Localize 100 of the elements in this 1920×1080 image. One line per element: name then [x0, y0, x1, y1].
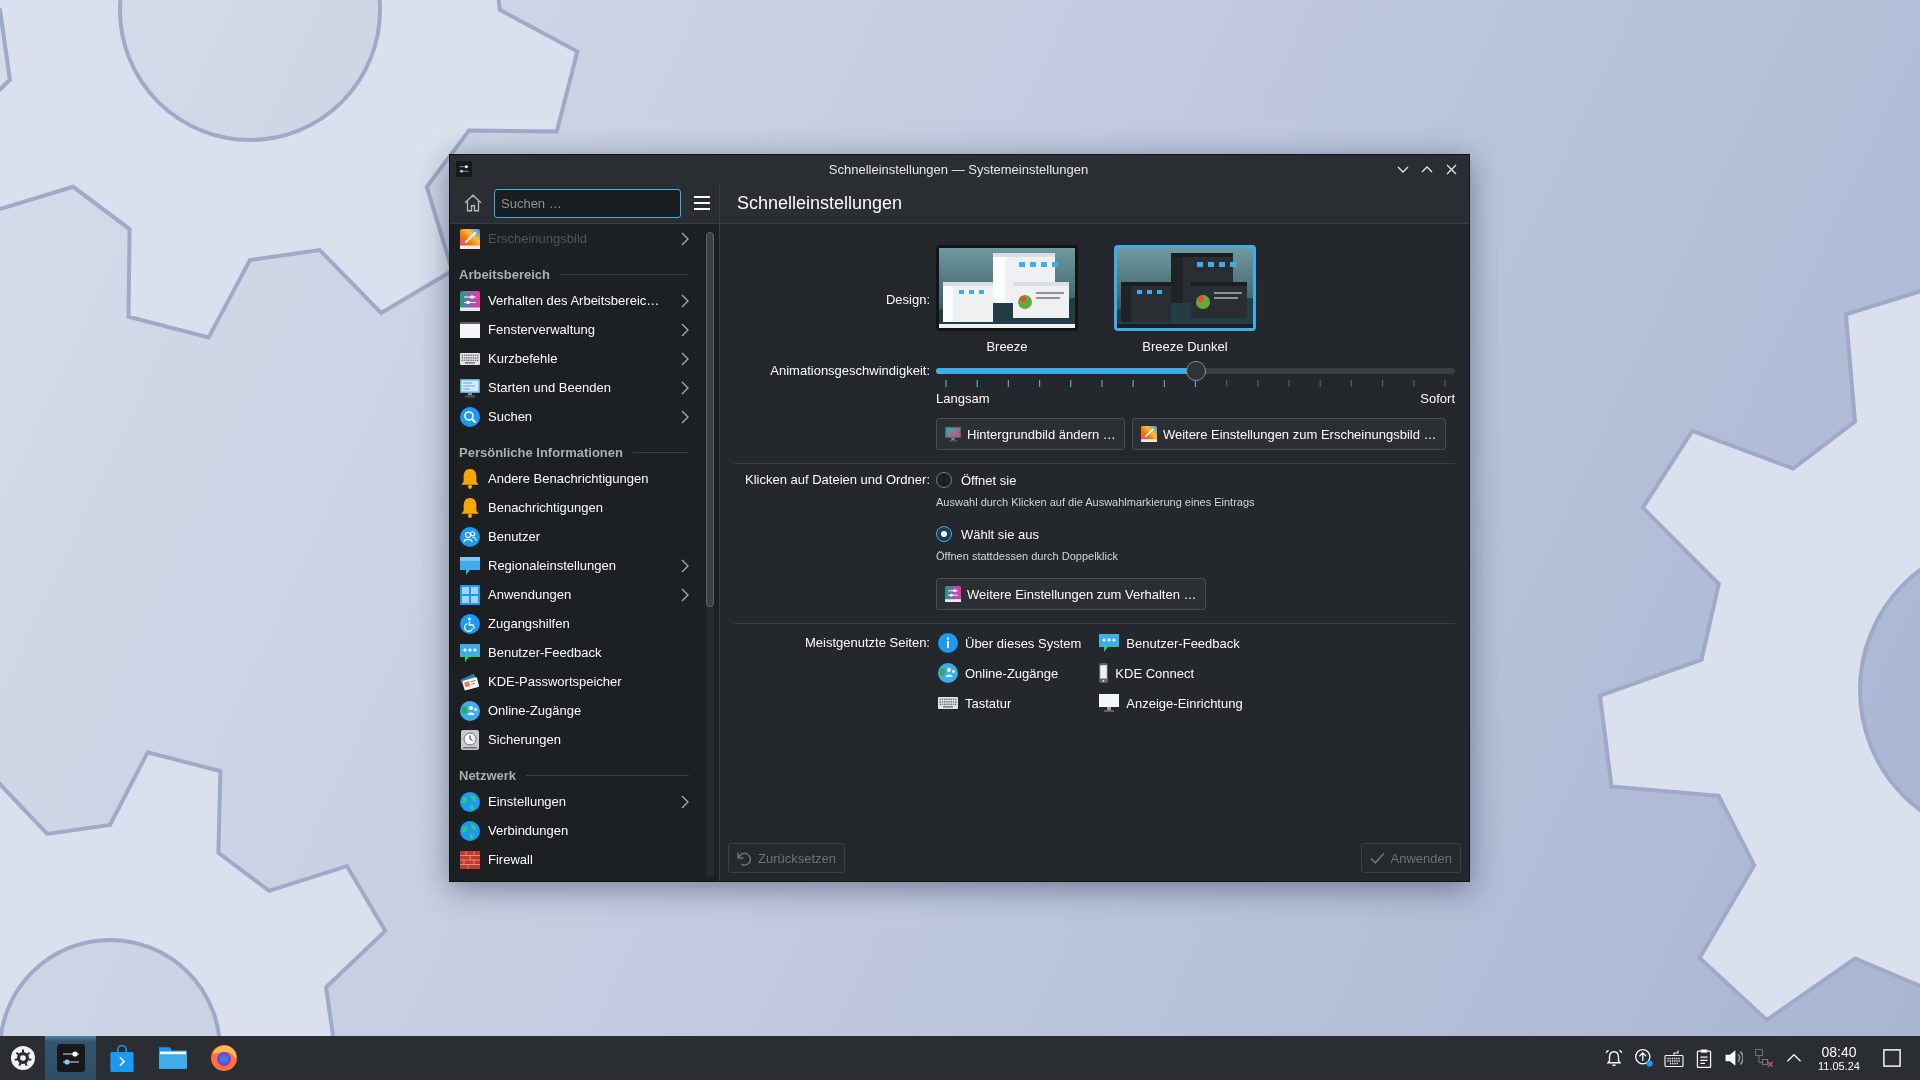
form-label: Meistgenutzte Seiten: [804, 634, 930, 652]
brick-wall-icon [460, 849, 480, 870]
radio-button[interactable] [936, 472, 952, 488]
undo-icon [737, 850, 752, 866]
desktop-square-icon [1883, 1049, 1901, 1067]
radio-option[interactable]: Wählt sie aus [936, 524, 1040, 544]
sidebar-item[interactable]: Starten und Beenden [450, 373, 700, 402]
form-label: Klicken auf Dateien und Ordner: [745, 471, 930, 489]
chat-bubble-icon [460, 555, 480, 576]
sidebar-item[interactable]: Verbindungen [450, 816, 700, 845]
sidebar-item[interactable]: Online-Zugänge [450, 696, 700, 725]
folder-icon [158, 1047, 187, 1069]
search-field[interactable]: Suchen … [494, 188, 681, 218]
monitor-icon [460, 377, 480, 398]
sidebar-item[interactable]: Verhalten des Arbeitsbereic… [450, 286, 700, 315]
animation-speed-slider[interactable] [936, 361, 1455, 381]
monitor-icon [1099, 693, 1120, 713]
globe-users-icon [460, 700, 480, 721]
clock-icon [460, 729, 480, 750]
globe-icon [460, 820, 480, 841]
option-hint: Öffnen stattdessen durch Doppelklick [936, 549, 1118, 563]
section-heading: Arbeitsbereich [459, 267, 551, 282]
shopping-bag-icon [109, 1044, 134, 1072]
page-title: Schnelleinstellungen [737, 192, 903, 214]
sidebar-item[interactable]: KDE-Passwortspeicher [450, 667, 700, 696]
sliders-icon [456, 161, 472, 177]
theme-label: Breeze Dunkel [1142, 339, 1228, 355]
theme-label: Breeze [986, 339, 1028, 355]
scrollbar-thumb[interactable] [706, 232, 714, 607]
check-icon [1369, 850, 1385, 866]
section-heading: Persönliche Informationen [459, 445, 623, 460]
window-title: Schnelleinstellungen — Systemeinstellungen [828, 161, 1089, 177]
menu-icon [694, 196, 710, 210]
bell-icon [1605, 1049, 1623, 1067]
sidebar-item[interactable]: Benachrichtigungen [450, 493, 700, 522]
feedback-bubble-icon [1099, 633, 1120, 653]
bell-icon [460, 468, 480, 489]
phone-icon [1099, 663, 1109, 683]
clipboard-icon [1696, 1048, 1712, 1068]
shortcut-link[interactable]: Über dieses System [936, 631, 1084, 655]
bell-icon [460, 497, 480, 518]
sidebar-item[interactable]: Benutzer [450, 522, 700, 551]
close-icon [1445, 163, 1457, 175]
palette-tile-icon [1140, 426, 1157, 442]
sidebar-item[interactable]: Suchen [450, 402, 700, 431]
network-disconnected-icon [1755, 1049, 1773, 1067]
settings-button[interactable]: Weitere Einstellungen zum Erscheinungsbild … [1131, 418, 1446, 450]
sidebar-item[interactable]: Firewall [450, 845, 700, 874]
flame-globe-icon [210, 1045, 237, 1071]
keyboard-icon [938, 697, 958, 709]
gear-logo-icon [10, 1046, 35, 1070]
monitor-icon [945, 426, 961, 442]
sidebar-item[interactable]: Kurzbefehle [450, 344, 700, 373]
sliders-icon [56, 1044, 85, 1072]
keyboard-icon [460, 352, 480, 365]
grid-icon [460, 584, 480, 605]
form-label: Animationsgeschwindigkeit: [770, 362, 930, 380]
sidebar-item[interactable]: Regionaleinstellungen [450, 551, 700, 580]
sidebar-item[interactable]: Anwendungen [450, 580, 700, 609]
shortcut-link[interactable]: Tastatur [936, 691, 1084, 715]
users-icon [460, 526, 480, 547]
sliders-tile-icon [460, 290, 480, 311]
speaker-icon [1725, 1049, 1743, 1067]
settings-button[interactable]: Hintergrundbild ändern … [936, 418, 1125, 450]
shortcut-link[interactable]: Benutzer-Feedback [1097, 631, 1245, 655]
chevron-down-icon [1397, 165, 1409, 173]
sidebar-item[interactable]: Fensterverwaltung [450, 315, 700, 344]
sidebar-item[interactable]: Benutzer-Feedback [450, 638, 700, 667]
option-hint: Auswahl durch Klicken auf die Auswahlmarkierung eines Eintrags [936, 495, 1255, 509]
sidebar-item[interactable]: Zugangshilfen [450, 609, 700, 638]
shortcut-link[interactable]: Online-Zugänge [936, 661, 1084, 685]
chevron-up-icon [1787, 1054, 1801, 1062]
window-icon [460, 321, 480, 338]
settings-button[interactable]: Weitere Einstellungen zum Verhalten … [936, 578, 1206, 610]
range-label: Sofort [1420, 391, 1455, 407]
search-icon [460, 406, 480, 427]
range-label: Langsam [936, 391, 990, 407]
accessibility-icon [460, 613, 480, 634]
sidebar-item[interactable]: Einstellungen [450, 787, 700, 816]
sidebar-item[interactable]: Andere Benachrichtigungen [450, 464, 700, 493]
section-heading: Netzwerk [459, 768, 517, 783]
home-icon [464, 194, 482, 212]
slider-thumb[interactable] [1185, 361, 1206, 381]
keyboard-icon [1664, 1049, 1684, 1067]
info-icon [938, 633, 958, 653]
globe-icon [460, 791, 480, 812]
feedback-bubble-icon [460, 642, 480, 663]
palette-tile-icon [460, 228, 480, 249]
shortcut-link[interactable]: Anzeige-Einrichtung [1097, 691, 1245, 715]
shortcut-link[interactable]: KDE Connect [1097, 661, 1245, 685]
card-wallet-icon [460, 671, 480, 692]
sidebar-item[interactable]: Sicherungen [450, 725, 700, 754]
radio-button[interactable] [936, 526, 952, 542]
chevron-up-icon [1421, 165, 1433, 173]
radio-option[interactable]: Öffnet sie [936, 470, 1017, 490]
sliders-tile-icon [945, 586, 961, 602]
clock-date: 11.05.24 [1818, 1059, 1860, 1073]
globe-users-icon [938, 663, 958, 683]
form-label: Design: [885, 291, 930, 309]
clock-time: 08:40 [1821, 1043, 1857, 1060]
